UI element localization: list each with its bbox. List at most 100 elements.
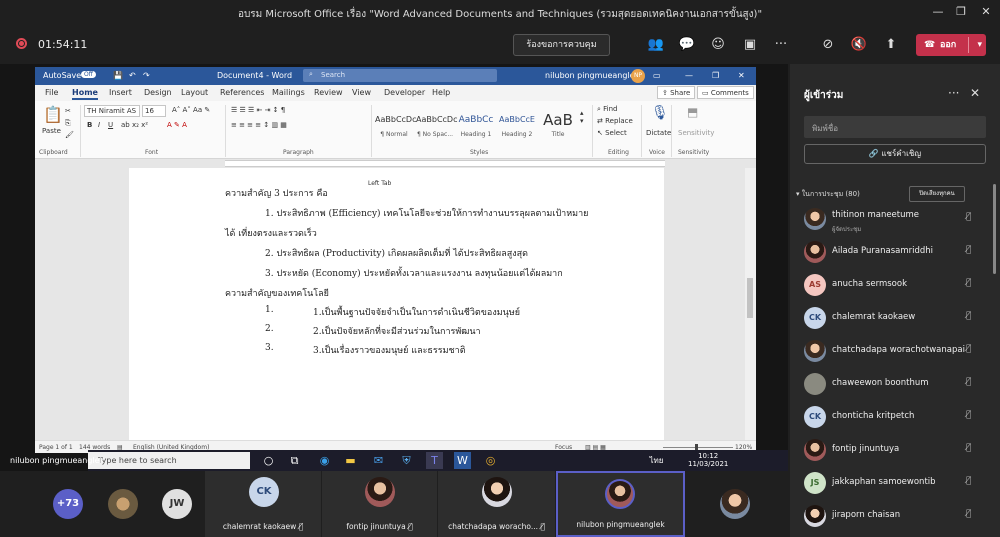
- underline-icon[interactable]: U: [108, 121, 113, 129]
- participant-row[interactable]: chaweewon boonthum 🎙̸: [804, 369, 984, 401]
- maximize-icon[interactable]: ❐: [951, 5, 971, 21]
- style-normal[interactable]: AaBbCcDc ¶ Normal: [375, 109, 416, 143]
- styles-scroll-icon[interactable]: ▴ ▾: [580, 109, 584, 125]
- video-tile[interactable]: chatchadapa woracho... 🎙̸: [438, 471, 556, 537]
- camera-off-icon[interactable]: ⊘: [818, 36, 838, 54]
- teams-icon[interactable]: T: [426, 452, 443, 469]
- word-comments-button[interactable]: ▭ Comments: [697, 86, 754, 99]
- sensitivity-button[interactable]: Sensitivity: [678, 129, 714, 137]
- participant-row[interactable]: chatchadapa worachotwanapai 🎙̸: [804, 336, 984, 368]
- menu-file[interactable]: File: [45, 88, 58, 97]
- menu-view[interactable]: View: [352, 88, 371, 97]
- undo-icon[interactable]: ↶: [129, 71, 136, 80]
- in-meeting-section[interactable]: ▾ ในการประชุม (80): [796, 189, 860, 200]
- horizontal-ruler[interactable]: [35, 159, 756, 168]
- italic-icon[interactable]: I: [98, 121, 100, 129]
- menu-insert[interactable]: Insert: [109, 88, 132, 97]
- menu-developer[interactable]: Developer: [384, 88, 425, 97]
- ribbon-display-icon[interactable]: ▭: [653, 71, 661, 80]
- defender-icon[interactable]: ⛨: [398, 452, 415, 469]
- select-button[interactable]: ↖ Select: [597, 129, 627, 137]
- cortana-icon[interactable]: ○: [260, 452, 277, 469]
- participant-row[interactable]: AS anucha sermsook 🎙̸: [804, 270, 984, 302]
- avatar[interactable]: JW: [162, 489, 192, 519]
- participant-row[interactable]: fontip jinuntuya 🎙̸: [804, 435, 984, 467]
- rooms-icon[interactable]: ▣: [740, 36, 760, 54]
- cut-icon[interactable]: ✂: [65, 107, 71, 115]
- menu-help[interactable]: Help: [432, 88, 450, 97]
- menu-design[interactable]: Design: [144, 88, 172, 97]
- user-avatar[interactable]: NP: [631, 69, 645, 83]
- participant-search-input[interactable]: พิมพ์ชื่อ: [804, 116, 986, 138]
- menu-home[interactable]: Home: [72, 88, 98, 100]
- taskbar-clock[interactable]: 10:12 11/03/2021: [688, 452, 728, 468]
- word-icon[interactable]: W: [454, 452, 471, 469]
- bold-icon[interactable]: B: [87, 121, 92, 129]
- grow-font-icon[interactable]: A˄ A˅ Aa ✎: [172, 106, 210, 114]
- word-maximize-icon[interactable]: ❐: [712, 71, 719, 80]
- redo-icon[interactable]: ↷: [143, 71, 150, 80]
- participant-row[interactable]: CK chalemrat kaokaew 🎙̸: [804, 303, 984, 335]
- request-control-button[interactable]: ร้องขอการควบคุม: [513, 34, 610, 56]
- dictate-button[interactable]: Dictate: [646, 129, 671, 137]
- language-indicator[interactable]: ไทย: [648, 452, 665, 469]
- participant-row[interactable]: CK chonticha kritpetch 🎙̸: [804, 402, 984, 434]
- menu-mailings[interactable]: Mailings: [272, 88, 305, 97]
- word-minimize-icon[interactable]: —: [685, 71, 693, 80]
- style-no-spacing[interactable]: AaBbCcDc ¶ No Spac...: [416, 109, 457, 143]
- document-page[interactable]: Left Tab ความสำคัญ 3 ประการ คือ 1. ประสิ…: [129, 168, 664, 440]
- save-icon[interactable]: 💾: [113, 71, 123, 80]
- replace-button[interactable]: ⇄ Replace: [597, 117, 633, 125]
- task-view-icon[interactable]: ⧉: [286, 452, 303, 469]
- copy-icon[interactable]: ⎘: [65, 119, 71, 128]
- menu-review[interactable]: Review: [314, 88, 343, 97]
- vertical-scrollbar[interactable]: [745, 168, 756, 440]
- font-color-icon[interactable]: A ✎ A: [167, 121, 187, 129]
- word-close-icon[interactable]: ✕: [738, 71, 745, 80]
- mail-icon[interactable]: ✉: [370, 452, 387, 469]
- edge-icon[interactable]: ◉: [316, 452, 333, 469]
- share-tray-icon[interactable]: ⬆: [881, 36, 901, 54]
- close-icon[interactable]: ✕: [976, 5, 996, 21]
- word-search-box[interactable]: ⌕ Search: [303, 69, 497, 82]
- font-name-select[interactable]: TH Niramit AS: [84, 105, 140, 117]
- word-share-button[interactable]: ⇪ Share: [657, 86, 696, 99]
- microphone-icon[interactable]: 🎙: [651, 105, 669, 121]
- chrome-icon[interactable]: ◎: [482, 452, 499, 469]
- page-count[interactable]: Page 1 of 1: [39, 444, 73, 451]
- chevron-down-icon[interactable]: ▾: [977, 34, 982, 56]
- video-tile[interactable]: [685, 471, 788, 537]
- chat-icon[interactable]: 💬: [677, 36, 697, 54]
- menu-references[interactable]: References: [220, 88, 264, 97]
- panel-scrollbar[interactable]: [993, 184, 996, 274]
- zoom-slider[interactable]: [663, 447, 733, 448]
- participant-row[interactable]: jiraporn chaisan 🎙̸: [804, 501, 984, 533]
- minimize-icon[interactable]: —: [928, 5, 948, 21]
- bullets-icon[interactable]: ☰ ☰ ☰ ⇤ ⇥ ↕ ¶: [231, 106, 285, 114]
- taskbar-search[interactable]: Type here to search: [88, 452, 250, 469]
- mute-all-button[interactable]: ปิดเสียงทุกคน: [909, 186, 965, 202]
- video-tile[interactable]: CK chalemrat kaokaew 🎙̸: [205, 471, 322, 537]
- video-tile[interactable]: fontip jinuntuya 🎙̸: [322, 471, 438, 537]
- style-title[interactable]: AaB Title: [539, 109, 577, 143]
- style-heading2[interactable]: AaBbCcE Heading 2: [498, 109, 536, 143]
- overflow-count[interactable]: +73: [53, 489, 83, 519]
- find-button[interactable]: ⌕ Find: [597, 105, 618, 114]
- participant-row[interactable]: JS jakkaphan samoewontib 🎙̸: [804, 468, 984, 500]
- style-heading1[interactable]: AaBbCc Heading 1: [457, 109, 495, 143]
- format-painter-icon[interactable]: 🖌: [65, 131, 74, 139]
- more-actions-icon[interactable]: ···: [771, 36, 791, 54]
- reactions-icon[interactable]: ☺: [708, 36, 728, 54]
- participant-row[interactable]: Ailada Puranasamriddhi 🎙̸: [804, 237, 984, 269]
- video-tile-active-speaker[interactable]: nilubon pingmueanglek: [556, 471, 685, 537]
- paste-button[interactable]: Paste: [42, 127, 61, 135]
- autosave-toggle[interactable]: Off: [81, 71, 96, 78]
- close-panel-icon[interactable]: ✕: [970, 86, 980, 100]
- menu-layout[interactable]: Layout: [181, 88, 208, 97]
- strikethrough-icon[interactable]: ab x₂ x²: [121, 121, 148, 129]
- paste-icon[interactable]: 📋: [43, 105, 63, 124]
- leave-button[interactable]: ☎ ออก ▾: [916, 34, 986, 56]
- file-explorer-icon[interactable]: ▬: [342, 452, 359, 469]
- participant-row[interactable]: thitinon maneetume ผู้จัดประชุม 🎙̸: [804, 204, 984, 236]
- share-invite-button[interactable]: 🔗 แชร์คำเชิญ: [804, 144, 986, 164]
